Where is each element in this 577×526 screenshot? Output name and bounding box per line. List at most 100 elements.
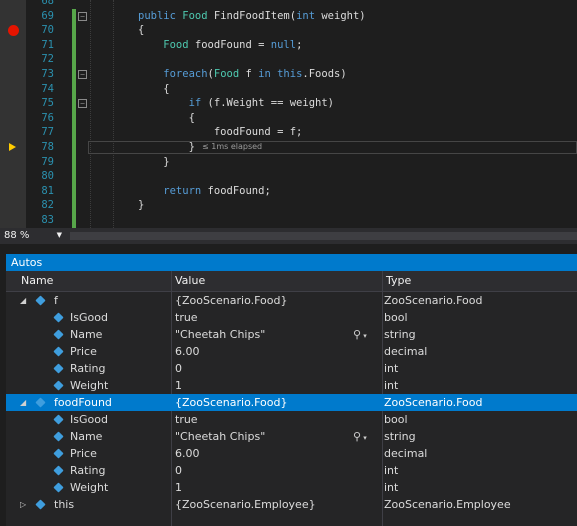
variable-name: Rating	[70, 464, 106, 477]
autos-row[interactable]: ▷ this {ZooScenario.Employee} ZooScenario.E…	[6, 496, 577, 513]
object-icon	[53, 380, 64, 391]
code-line[interactable]: 80	[0, 169, 577, 184]
autos-row[interactable]: Name "Cheetah Chips" ⚲ ▾ string	[6, 428, 577, 445]
variable-value[interactable]: 0	[175, 462, 383, 479]
autos-row[interactable]: Name "Cheetah Chips" ⚲ ▾ string	[6, 326, 577, 343]
column-value-header[interactable]: Value	[175, 271, 205, 291]
object-icon	[53, 431, 64, 442]
variable-type: decimal	[384, 345, 428, 358]
variable-name: Weight	[70, 481, 109, 494]
line-number: 74	[41, 82, 54, 95]
variable-value[interactable]: 1	[175, 479, 383, 496]
line-number: 68	[41, 0, 54, 7]
collapse-icon[interactable]: −	[78, 11, 87, 21]
code-editor[interactable]: 68 69 − public Food FindFoodItem(int weight…	[0, 0, 577, 228]
code-line[interactable]: 81 return foodFound;	[0, 183, 577, 199]
code-line[interactable]: 76 {	[0, 110, 577, 126]
code-text: if (f.Weight == weight)	[138, 97, 334, 110]
variable-value[interactable]: 6.00	[175, 343, 383, 360]
code-line[interactable]: 68	[0, 0, 577, 9]
column-name-header[interactable]: Name	[21, 271, 53, 291]
variable-value[interactable]: 1	[175, 377, 383, 394]
column-headers: Name Value Type	[6, 271, 577, 292]
line-number: 71	[41, 38, 54, 51]
line-number: 82	[41, 199, 54, 212]
line-number: 75	[41, 97, 54, 110]
expand-toggle-icon[interactable]: ◢	[20, 394, 26, 411]
autos-row[interactable]: Rating 0 int	[6, 360, 577, 377]
object-icon	[53, 346, 64, 357]
collapse-icon[interactable]: −	[78, 99, 87, 109]
variable-value[interactable]: {ZooScenario.Food}	[175, 292, 383, 309]
code-text: foreach(Food f in this.Foods)	[138, 68, 347, 80]
autos-grid[interactable]: Name Value Type ◢ f {ZooScenario.Food} ZooS…	[6, 271, 577, 526]
code-line[interactable]: 70 {	[0, 23, 577, 38]
column-type-header[interactable]: Type	[386, 271, 411, 291]
autos-row[interactable]: IsGood true bool	[6, 411, 577, 428]
current-statement-arrow-icon[interactable]	[9, 143, 16, 151]
object-icon	[53, 312, 64, 323]
autos-row[interactable]: IsGood true bool	[6, 309, 577, 326]
change-indicator	[72, 23, 76, 38]
zoom-dropdown[interactable]: 88 % ▼	[4, 229, 64, 242]
variable-name: IsGood	[70, 413, 108, 426]
variable-type: string	[384, 328, 416, 341]
code-line[interactable]: 78 ≤ 1ms elapsed }	[0, 140, 577, 155]
variable-value[interactable]: 0	[175, 360, 383, 377]
autos-row[interactable]: Price 6.00 decimal	[6, 445, 577, 462]
variable-name: Name	[70, 430, 103, 443]
variable-value[interactable]: {ZooScenario.Food}	[175, 394, 383, 411]
code-text: }	[138, 199, 145, 212]
expand-toggle-icon[interactable]: ◢	[20, 292, 26, 309]
object-icon	[53, 414, 64, 425]
code-line[interactable]: 69 − public Food FindFoodItem(int weight)	[0, 8, 577, 24]
change-indicator	[72, 8, 76, 24]
autos-row[interactable]: Weight 1 int	[6, 377, 577, 394]
horizontal-scrollbar[interactable]	[70, 232, 577, 240]
line-number: 72	[41, 53, 54, 66]
variable-value[interactable]: 6.00	[175, 445, 383, 462]
code-line[interactable]: 75 − if (f.Weight == weight)	[0, 96, 577, 111]
code-text: Food foodFound = null;	[138, 38, 303, 51]
autos-row[interactable]: ◢ foodFound {ZooScenario.Food} ZooScenario.…	[6, 394, 577, 411]
variable-type: ZooScenario.Food	[384, 396, 483, 409]
code-line[interactable]: 83	[0, 213, 577, 228]
variable-value[interactable]: {ZooScenario.Employee}	[175, 496, 383, 513]
code-line[interactable]: 71 Food foodFound = null;	[0, 37, 577, 53]
code-text: public Food FindFoodItem(int weight)	[138, 9, 366, 22]
variable-value[interactable]: "Cheetah Chips"	[175, 326, 383, 343]
code-line[interactable]: 72	[0, 52, 577, 67]
code-text: {	[138, 24, 145, 37]
editor-status-bar: 88 % ▼	[0, 228, 577, 244]
variable-type: bool	[384, 311, 408, 324]
zoom-level: 88 %	[4, 230, 30, 241]
breakpoint-icon[interactable]	[8, 25, 19, 37]
code-line[interactable]: 74 {	[0, 81, 577, 97]
code-line[interactable]: 79 }	[0, 154, 577, 170]
autos-panel-header[interactable]: Autos	[6, 254, 577, 271]
collapse-icon[interactable]: −	[78, 70, 87, 79]
object-icon	[53, 329, 64, 340]
line-number: 83	[41, 214, 54, 226]
object-icon	[53, 482, 64, 493]
code-text: return foodFound;	[138, 184, 271, 197]
variable-value[interactable]: true	[175, 411, 383, 428]
code-line[interactable]: 82}	[0, 198, 577, 213]
change-indicator	[72, 52, 76, 67]
autos-row[interactable]: ◢ f {ZooScenario.Food} ZooScenario.Food	[6, 292, 577, 309]
perf-tip[interactable]: ≤ 1ms elapsed	[202, 140, 262, 155]
autos-row[interactable]: Price 6.00 decimal	[6, 343, 577, 360]
change-indicator	[72, 67, 76, 82]
object-icon	[35, 295, 46, 306]
variable-name: Price	[70, 447, 97, 460]
expand-toggle-icon[interactable]: ▷	[20, 496, 26, 513]
autos-row[interactable]: Rating 0 int	[6, 462, 577, 479]
code-line[interactable]: 73 − foreach(Food f in this.Foods)	[0, 67, 577, 82]
code-text: }	[138, 141, 195, 153]
code-line[interactable]: 77 foodFound = f;	[0, 125, 577, 140]
line-number: 76	[41, 111, 54, 124]
variable-value[interactable]: "Cheetah Chips"	[175, 428, 383, 445]
variable-type: bool	[384, 413, 408, 426]
autos-row[interactable]: Weight 1 int	[6, 479, 577, 496]
variable-value[interactable]: true	[175, 309, 383, 326]
